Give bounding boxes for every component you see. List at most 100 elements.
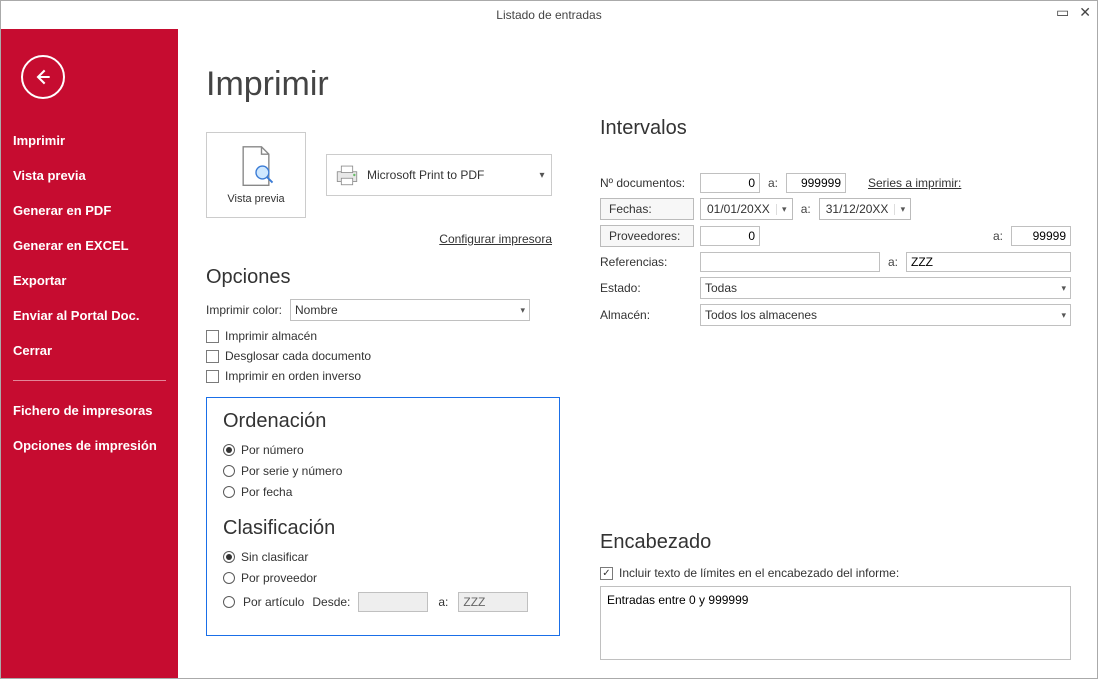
- a-label: a:: [799, 202, 813, 216]
- intervalos-heading: Intervalos: [600, 117, 1071, 140]
- checkbox-icon: [206, 370, 219, 383]
- imprimir-color-value: Nombre: [295, 303, 338, 317]
- ndocumentos-label: Nº documentos:: [600, 176, 694, 190]
- imprimir-color-label: Imprimir color:: [206, 303, 282, 317]
- vista-previa-label: Vista previa: [227, 193, 284, 205]
- radio-sin-clasificar[interactable]: Sin clasificar: [223, 550, 543, 564]
- proveedores-button[interactable]: Proveedores:: [600, 225, 694, 247]
- fecha-to-value: 31/12/20XX: [820, 202, 895, 216]
- fecha-from-value: 01/01/20XX: [701, 202, 776, 216]
- printer-name: Microsoft Print to PDF: [367, 168, 533, 182]
- estado-value: Todas: [705, 281, 737, 295]
- almacen-combo[interactable]: Todos los almacenes ▾: [700, 304, 1071, 326]
- prov-to-input[interactable]: [1011, 226, 1071, 246]
- radio-por-serie-numero[interactable]: Por serie y número: [223, 464, 543, 478]
- radio-icon: [223, 444, 235, 456]
- printer-select[interactable]: Microsoft Print to PDF ▾: [326, 154, 552, 196]
- radio-por-numero[interactable]: Por número: [223, 443, 543, 457]
- vista-previa-button[interactable]: Vista previa: [206, 132, 306, 218]
- radio-por-fecha-label: Por fecha: [241, 485, 292, 499]
- fechas-button[interactable]: Fechas:: [600, 198, 694, 220]
- close-icon[interactable]: ✕: [1079, 5, 1091, 19]
- ref-to-input[interactable]: [906, 252, 1071, 272]
- sidebar-item-exportar[interactable]: Exportar: [1, 263, 178, 298]
- chk-imprimir-almacen[interactable]: Imprimir almacén: [206, 329, 560, 343]
- configure-printer-link[interactable]: Configurar impresora: [206, 232, 552, 246]
- chevron-down-icon: ▾: [894, 204, 910, 215]
- chk-desglosar-documento[interactable]: Desglosar cada documento: [206, 349, 560, 363]
- ordenacion-clasificacion-group: Ordenación Por número Por serie y número…: [206, 397, 560, 636]
- imprimir-color-combo[interactable]: Nombre ▾: [290, 299, 530, 321]
- radio-por-serie-label: Por serie y número: [241, 464, 342, 478]
- estado-combo[interactable]: Todas ▾: [700, 277, 1071, 299]
- print-dialog-window: Listado de entradas ▭ ✕ Imprimir Vista p…: [0, 0, 1098, 679]
- sidebar-item-opciones-impresion[interactable]: Opciones de impresión: [1, 428, 178, 463]
- document-preview-icon: [237, 145, 275, 189]
- sidebar-separator: [13, 380, 166, 381]
- sidebar-item-generar-excel[interactable]: Generar en EXCEL: [1, 228, 178, 263]
- chk-incluir-limites[interactable]: ✓ Incluir texto de límites en el encabez…: [600, 566, 1071, 580]
- checkbox-icon: [206, 330, 219, 343]
- content-area: Imprimir Vista previa: [178, 29, 1097, 678]
- chk-orden-inverso[interactable]: Imprimir en orden inverso: [206, 369, 560, 383]
- articulo-desde-input[interactable]: [358, 592, 428, 612]
- almacen-value: Todos los almacenes: [705, 308, 817, 322]
- encabezado-heading: Encabezado: [600, 531, 1071, 554]
- radio-icon: [223, 572, 235, 584]
- checkbox-checked-icon: ✓: [600, 567, 613, 580]
- fecha-to-combo[interactable]: 31/12/20XX ▾: [819, 198, 912, 220]
- radio-por-proveedor[interactable]: Por proveedor: [223, 571, 543, 585]
- sidebar-item-vista-previa[interactable]: Vista previa: [1, 158, 178, 193]
- desde-label: Desde:: [312, 595, 350, 609]
- radio-icon: [223, 486, 235, 498]
- opciones-heading: Opciones: [206, 266, 560, 289]
- sidebar-item-cerrar[interactable]: Cerrar: [1, 333, 178, 368]
- sidebar-item-enviar-portal[interactable]: Enviar al Portal Doc.: [1, 298, 178, 333]
- radio-por-numero-label: Por número: [241, 443, 304, 457]
- chk-imprimir-almacen-label: Imprimir almacén: [225, 329, 317, 343]
- fecha-from-combo[interactable]: 01/01/20XX ▾: [700, 198, 793, 220]
- radio-icon: [223, 596, 235, 608]
- ndoc-from-input[interactable]: [700, 173, 760, 193]
- fechas-button-label: Fechas:: [609, 202, 652, 216]
- back-button[interactable]: [21, 55, 65, 99]
- chk-incluir-limites-label: Incluir texto de límites en el encabezad…: [619, 566, 899, 580]
- prov-from-input[interactable]: [700, 226, 760, 246]
- ref-from-input[interactable]: [700, 252, 880, 272]
- a-label: a:: [436, 595, 450, 609]
- encabezado-textarea[interactable]: [600, 586, 1071, 660]
- radio-por-fecha[interactable]: Por fecha: [223, 485, 543, 499]
- a-label: a:: [766, 176, 780, 190]
- titlebar: Listado de entradas ▭ ✕: [1, 1, 1097, 29]
- maximize-icon[interactable]: ▭: [1056, 5, 1069, 19]
- checkbox-icon: [206, 350, 219, 363]
- a-label: a:: [886, 255, 900, 269]
- chevron-down-icon: ▾: [1061, 283, 1066, 294]
- page-title: Imprimir: [206, 65, 560, 104]
- sidebar-item-fichero-impresoras[interactable]: Fichero de impresoras: [1, 393, 178, 428]
- series-imprimir-link[interactable]: Series a imprimir:: [868, 176, 961, 190]
- radio-icon: [223, 465, 235, 477]
- chevron-down-icon: ▾: [776, 204, 792, 215]
- chevron-down-icon: ▾: [1061, 310, 1066, 321]
- sidebar: Imprimir Vista previa Generar en PDF Gen…: [1, 29, 178, 678]
- sidebar-item-generar-pdf[interactable]: Generar en PDF: [1, 193, 178, 228]
- a-label: a:: [991, 229, 1005, 243]
- chevron-down-icon: ▾: [533, 170, 551, 181]
- clasificacion-heading: Clasificación: [223, 517, 543, 540]
- articulo-hasta-input[interactable]: [458, 592, 528, 612]
- chk-orden-inverso-label: Imprimir en orden inverso: [225, 369, 361, 383]
- ordenacion-heading: Ordenación: [223, 410, 543, 433]
- radio-por-articulo-label: Por artículo: [243, 595, 304, 609]
- printer-icon: [334, 163, 360, 187]
- proveedores-button-label: Proveedores:: [609, 229, 680, 243]
- sidebar-item-imprimir[interactable]: Imprimir: [1, 123, 178, 158]
- referencias-label: Referencias:: [600, 255, 694, 269]
- radio-sin-clasificar-label: Sin clasificar: [241, 550, 308, 564]
- window-title: Listado de entradas: [496, 8, 601, 22]
- radio-por-proveedor-label: Por proveedor: [241, 571, 317, 585]
- chk-desglosar-label: Desglosar cada documento: [225, 349, 371, 363]
- ndoc-to-input[interactable]: [786, 173, 846, 193]
- radio-por-articulo[interactable]: Por artículo Desde: a:: [223, 592, 543, 612]
- almacen-label: Almacén:: [600, 308, 694, 322]
